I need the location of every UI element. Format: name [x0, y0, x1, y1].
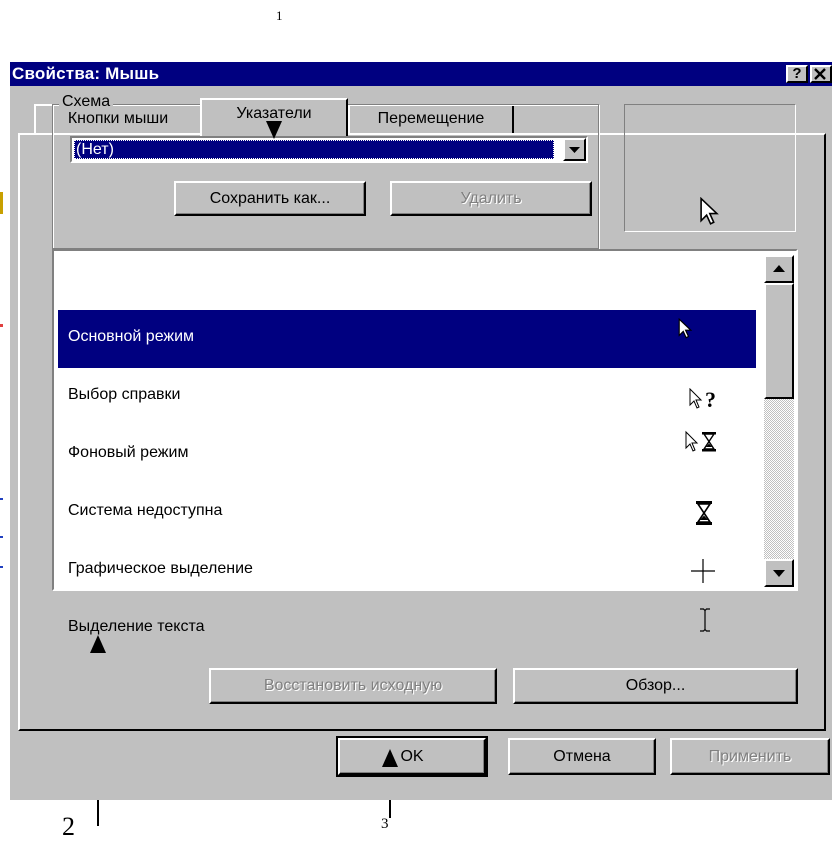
apply-button[interactable]: Применить: [670, 738, 830, 775]
callout-2-label: 2: [62, 812, 75, 841]
close-button[interactable]: [810, 65, 832, 83]
window-title: Свойства: Мышь: [12, 64, 160, 83]
list-item[interactable]: Фоновый режим: [58, 426, 756, 484]
ok-button-label: OK: [400, 748, 424, 765]
schema-dropdown-value: (Нет): [74, 140, 554, 159]
list-item-label: Основной режим: [68, 328, 195, 345]
scroll-up-button[interactable]: [764, 255, 794, 283]
list-item-label: Система недоступна: [68, 502, 223, 519]
hourglass-cursor-icon: [696, 501, 712, 525]
text-select-cursor-icon: [700, 608, 710, 632]
list-item-label: Фоновый режим: [68, 444, 189, 461]
schema-dropdown[interactable]: (Нет): [70, 136, 588, 163]
cancel-button-label: Отмена: [553, 748, 611, 765]
cursor-list[interactable]: Основной режим Выбор справки ? Фоновый р…: [52, 249, 798, 635]
callout-1-arrowhead: [266, 121, 282, 139]
arrow-cursor-icon: [678, 318, 692, 339]
save-as-button[interactable]: Сохранить как...: [174, 181, 366, 216]
crosshair-cursor-icon: [691, 559, 715, 583]
schema-group-label: Схема: [59, 93, 114, 111]
chevron-down-icon: [569, 147, 580, 153]
save-as-button-label: Сохранить как...: [209, 190, 331, 207]
callout-3-arrowhead: [382, 749, 398, 767]
cursor-preview: [624, 104, 796, 232]
list-item[interactable]: Система недоступна: [58, 484, 756, 542]
restore-default-button[interactable]: Восстановить исходную: [209, 668, 497, 704]
cursor-list-scrollbar[interactable]: [764, 255, 794, 587]
working-in-background-cursor-icon: [685, 430, 716, 452]
edge-artifact-blue-1: [0, 498, 3, 500]
edge-artifact-blue-3: [0, 566, 3, 568]
edge-artifact-yellow: [0, 192, 3, 214]
list-item-label: Графическое выделение: [68, 560, 253, 577]
schema-dropdown-arrow-button[interactable]: [563, 138, 586, 161]
list-item[interactable]: Основной режим: [58, 310, 756, 368]
svg-text:?: ?: [705, 388, 716, 412]
scroll-thumb[interactable]: [764, 283, 794, 399]
edge-artifact-red: [0, 324, 3, 327]
apply-button-label: Применить: [708, 748, 792, 765]
delete-scheme-button[interactable]: Удалить: [390, 181, 592, 216]
browse-button[interactable]: Обзор...: [513, 668, 798, 704]
list-item[interactable]: Графическое выделение: [58, 542, 756, 600]
list-item[interactable]: Выделение текста: [58, 600, 756, 658]
cancel-button[interactable]: Отмена: [508, 738, 656, 775]
close-icon: [814, 68, 826, 80]
delete-scheme-button-label: Удалить: [460, 190, 522, 207]
scroll-down-button[interactable]: [764, 559, 794, 587]
edge-artifact-blue-2: [0, 536, 3, 538]
callout-3-label: 3: [381, 816, 389, 832]
list-item-label: Выбор справки: [68, 386, 181, 403]
browse-button-label: Обзор...: [625, 677, 686, 694]
scroll-down-icon: [773, 570, 785, 577]
restore-default-button-label: Восстановить исходную: [263, 677, 443, 694]
help-select-cursor-icon: ?: [689, 388, 716, 412]
ok-button[interactable]: OK: [336, 736, 488, 777]
schema-group-label-text: Схема: [62, 93, 111, 110]
help-button[interactable]: ?: [786, 65, 808, 83]
title-bar[interactable]: Свойства: Мышь ?: [10, 62, 832, 86]
list-item[interactable]: Выбор справки ?: [58, 368, 756, 426]
scroll-up-icon: [773, 265, 785, 272]
arrow-cursor-icon: [700, 197, 719, 225]
callout-1-label: 1: [276, 8, 283, 23]
callout-2-arrowhead: [90, 635, 106, 653]
